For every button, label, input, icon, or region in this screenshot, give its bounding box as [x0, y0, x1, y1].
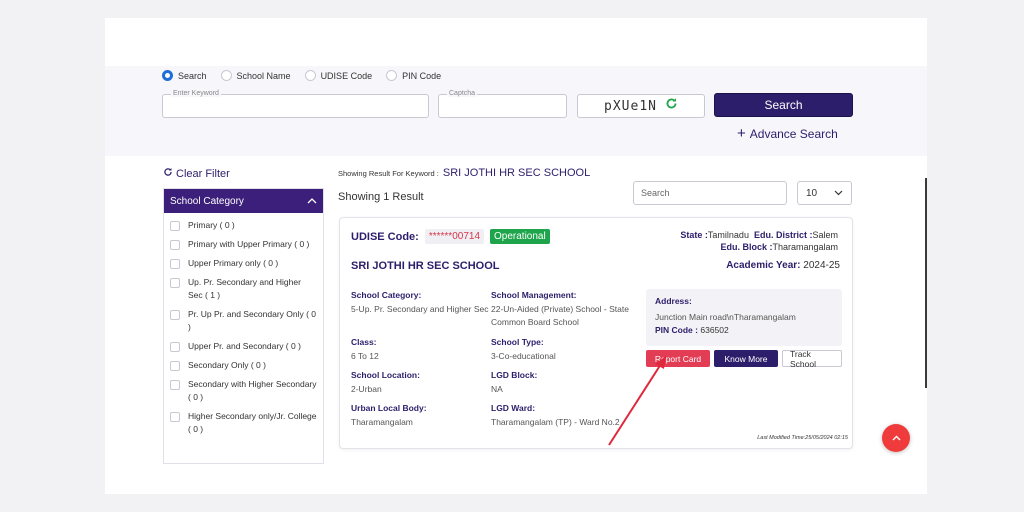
annotation-arrow: [608, 356, 666, 446]
